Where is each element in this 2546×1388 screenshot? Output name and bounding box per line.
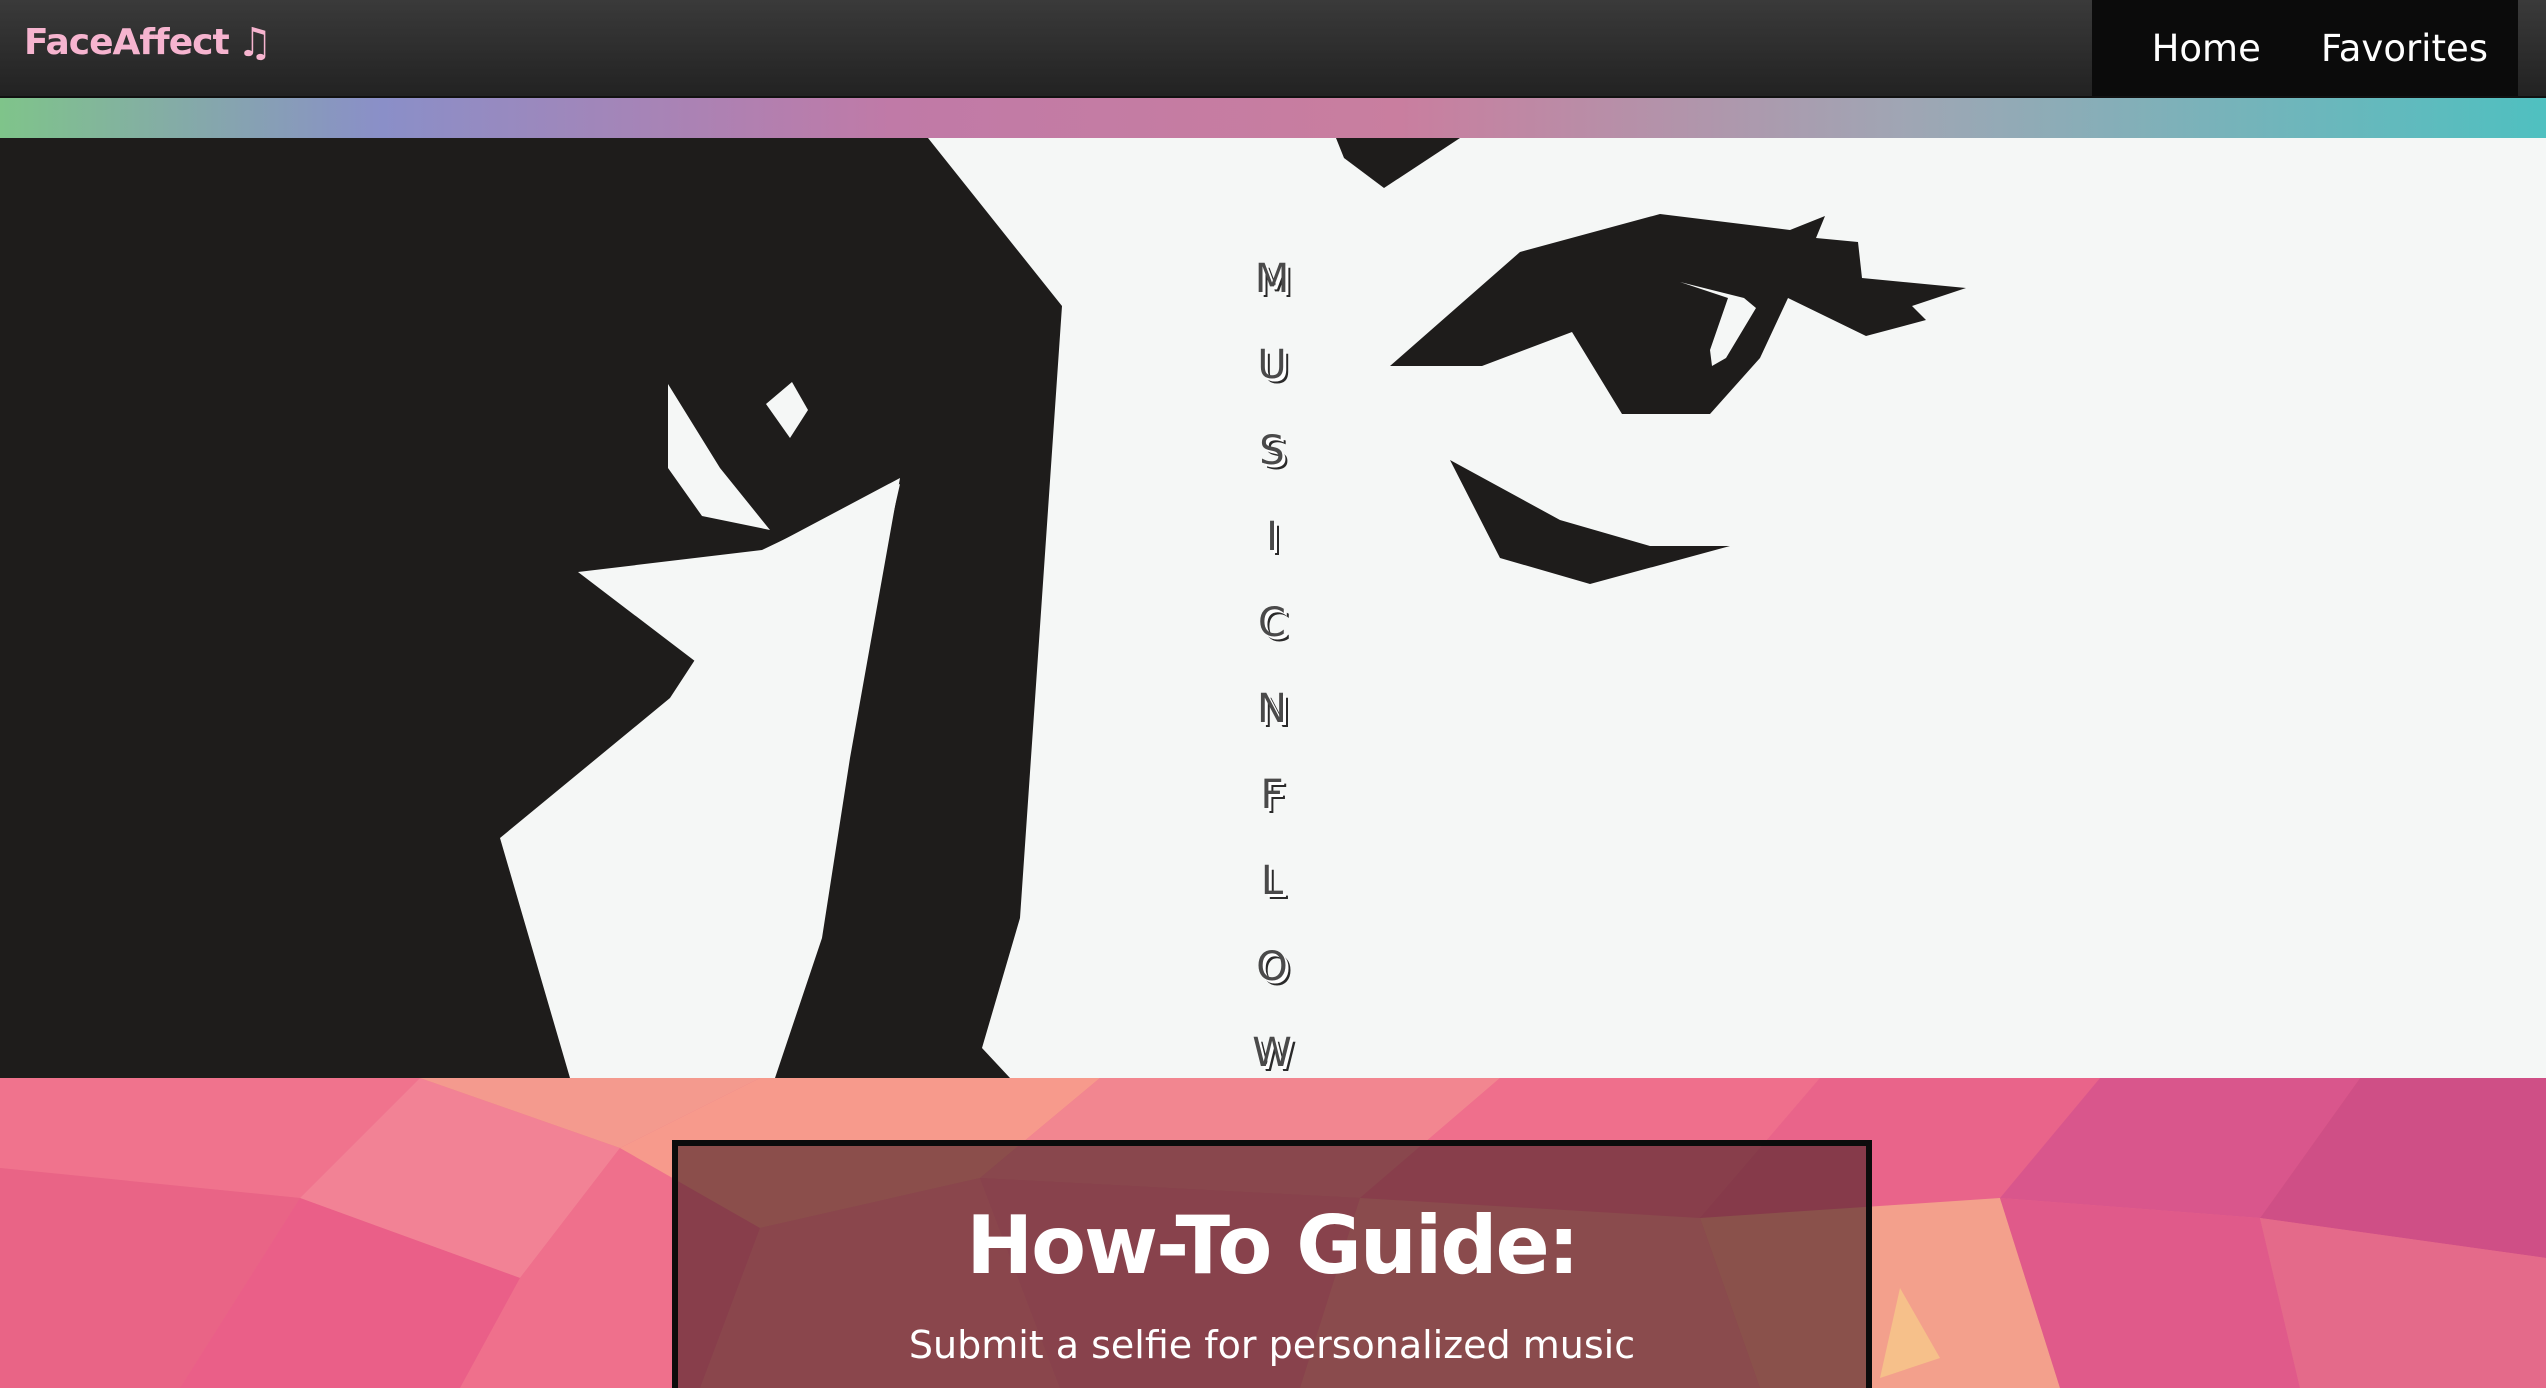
nav-links: Home Favorites [2091,0,2518,96]
vertical-letter: U [1257,342,1287,388]
vertical-letter: M [1254,256,1290,302]
vertical-music-n-flow-title: M U S I C N F L O W [1232,236,1312,1078]
low-poly-background-section: How-To Guide: Submit a selfie for person… [0,1078,2546,1388]
face-eye-shape [1390,214,1966,414]
music-note-icon: ♫ [236,19,273,66]
brand-logo-link[interactable]: FaceAffect ♫ [24,19,273,66]
brand-name: FaceAffect [24,22,230,63]
vertical-letter: I [1266,514,1278,560]
how-to-guide-card: How-To Guide: Submit a selfie for person… [672,1140,1872,1388]
hero-banner: M U S I C N F L O W [0,138,2546,1078]
gradient-divider-strip [0,98,2546,138]
vertical-letter: F [1260,772,1284,818]
guide-title: How-To Guide: [966,1199,1580,1292]
face-cheek-shape [1450,460,1730,584]
vertical-letter: S [1259,428,1285,474]
face-top-shape [1336,138,1460,188]
vertical-letter: O [1256,944,1288,990]
vertical-letter: W [1252,1030,1292,1076]
nav-favorites-link[interactable]: Favorites [2291,27,2518,70]
vertical-letter: N [1257,686,1287,732]
vertical-letter: L [1260,858,1284,904]
top-navbar: FaceAffect ♫ Home Favorites [0,0,2546,98]
vertical-letter: C [1258,600,1286,646]
face-dark-silhouette [0,138,1062,1078]
guide-description: Submit a selfie for personalized music s… [908,1323,1636,1388]
nav-home-link[interactable]: Home [2122,27,2291,70]
